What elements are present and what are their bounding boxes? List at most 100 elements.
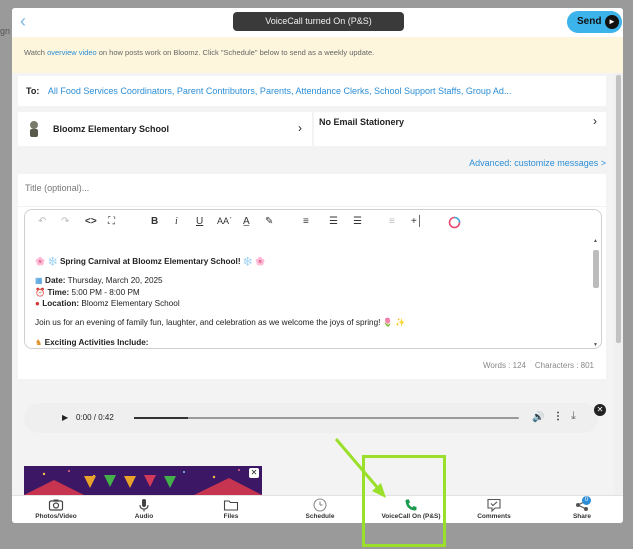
editor-scrollbar[interactable]: ▲ ▼ bbox=[592, 238, 600, 348]
intro-paragraph: Join us for an evening of family fun, la… bbox=[35, 318, 406, 328]
rich-text-editor[interactable]: ↶ ↷ <> ⛶ B i U AAˊ A̲ ✎ ≡ ☰ ☰ ≡ +│ 🌸 ❄️ … bbox=[24, 209, 602, 349]
schedule-label: Schedule bbox=[305, 513, 335, 520]
audio-progress-fill bbox=[134, 417, 188, 419]
audio-button[interactable]: Audio bbox=[130, 496, 158, 523]
audio-time: 0:00 / 0:42 bbox=[76, 413, 114, 422]
editor-scroll-thumb[interactable] bbox=[593, 250, 599, 288]
fullscreen-icon[interactable]: ⛶ bbox=[108, 216, 115, 227]
recipients-list[interactable]: All Food Services Coordinators, Parent C… bbox=[48, 86, 512, 96]
recipients-row[interactable]: To: All Food Services Coordinators, Pare… bbox=[18, 76, 606, 106]
chevron-right-icon: › bbox=[593, 114, 597, 128]
info-banner: Watch overview video on how posts work o… bbox=[12, 37, 623, 73]
files-label: Files bbox=[223, 513, 239, 520]
recipients-label: To: bbox=[26, 86, 40, 96]
bottom-action-bar: Photos/Video Audio Files Schedule VoiceC… bbox=[12, 495, 623, 523]
camera-icon bbox=[48, 499, 64, 511]
comment-icon bbox=[487, 498, 501, 513]
scroll-down-icon[interactable]: ▼ bbox=[593, 342, 598, 348]
location-label: Location: bbox=[42, 298, 80, 308]
carousel-icon: ♞ bbox=[35, 337, 43, 347]
alarm-clock-icon: ⏰ bbox=[35, 287, 46, 297]
title-card bbox=[18, 174, 606, 206]
comments-label: Comments bbox=[477, 513, 511, 520]
stationery-selector[interactable]: No Email Stationery › bbox=[314, 112, 606, 146]
bold-icon[interactable]: B bbox=[151, 216, 158, 227]
insert-icon[interactable]: +│ bbox=[411, 216, 423, 227]
location-line: ● Location: Bloomz Elementary School bbox=[35, 298, 590, 309]
character-count: Characters : 801 bbox=[534, 361, 594, 370]
more-options-icon[interactable]: ⋮ bbox=[553, 411, 563, 422]
school-avatar bbox=[30, 121, 38, 137]
time-line: ⏰ Time: 5:00 PM - 8:00 PM bbox=[35, 287, 590, 298]
remove-audio-icon[interactable]: ✕ bbox=[594, 404, 606, 416]
backdrop-text: gn bbox=[0, 26, 11, 36]
editor-toolbar: ↶ ↷ <> ⛶ B i U AAˊ A̲ ✎ ≡ ☰ ☰ ≡ +│ bbox=[33, 216, 598, 232]
redo-icon[interactable]: ↷ bbox=[61, 216, 69, 227]
comments-button[interactable]: Comments bbox=[474, 496, 514, 523]
files-button[interactable]: Files bbox=[218, 496, 244, 523]
italic-icon[interactable]: i bbox=[175, 216, 178, 227]
undo-icon[interactable]: ↶ bbox=[38, 216, 46, 227]
send-arrow-icon: ► bbox=[605, 15, 619, 29]
school-name: Bloomz Elementary School bbox=[53, 124, 170, 134]
share-label: Share bbox=[572, 513, 592, 520]
font-size-icon[interactable]: AAˊ bbox=[217, 216, 232, 226]
editor-card: ↶ ↷ <> ⛶ B i U AAˊ A̲ ✎ ≡ ☰ ☰ ≡ +│ 🌸 ❄️ … bbox=[18, 207, 606, 379]
scroll-up-icon[interactable]: ▲ bbox=[593, 238, 598, 244]
info-suffix: on how posts work on Bloomz. Click "Sche… bbox=[96, 48, 375, 57]
event-image-banner: ✕ bbox=[24, 466, 262, 495]
photos-video-label: Photos/Video bbox=[35, 513, 77, 520]
top-bar: ‹ VoiceCall turned On (P&S) Send ► bbox=[12, 8, 623, 36]
title-input[interactable] bbox=[25, 183, 425, 193]
activities-line: ♞ Exciting Activities Include: bbox=[35, 337, 590, 348]
volume-icon[interactable]: 🔊 bbox=[532, 412, 544, 423]
status-toast: VoiceCall turned On (P&S) bbox=[233, 12, 404, 31]
chevron-right-icon: › bbox=[298, 121, 302, 135]
bullet-list-icon[interactable]: ☰ bbox=[353, 216, 362, 227]
location-pin-icon: ● bbox=[35, 298, 40, 308]
color-picker-icon[interactable] bbox=[448, 216, 461, 232]
date-label: Date: bbox=[45, 276, 66, 286]
text-color-icon[interactable]: A̲ bbox=[243, 216, 250, 227]
highlight-icon[interactable]: ✎ bbox=[265, 216, 273, 227]
audio-progress-track[interactable] bbox=[134, 417, 519, 419]
underline-icon[interactable]: U bbox=[196, 216, 203, 227]
school-selector[interactable]: Bloomz Elementary School › bbox=[18, 112, 312, 146]
calendar-icon: ▦ bbox=[35, 276, 43, 286]
numbered-list-icon[interactable]: ☰ bbox=[329, 216, 338, 227]
microphone-icon bbox=[139, 499, 149, 512]
annotation-highlight-box bbox=[362, 455, 446, 547]
info-prefix: Watch bbox=[24, 48, 48, 57]
remove-image-icon[interactable]: ✕ bbox=[249, 468, 259, 478]
download-icon[interactable]: ⤓ bbox=[571, 410, 576, 423]
audio-player: ▶ 0:00 / 0:42 🔊 ⋮ ⤓ bbox=[24, 403, 598, 433]
audio-label: Audio bbox=[134, 513, 154, 520]
page-scrollbar[interactable] bbox=[614, 73, 623, 495]
send-button[interactable]: Send ► bbox=[567, 11, 622, 33]
composer-content: To: All Food Services Coordinators, Pare… bbox=[12, 73, 623, 495]
share-button[interactable]: 0 Share bbox=[568, 496, 596, 523]
advanced-customize-link[interactable]: Advanced: customize messages > bbox=[469, 158, 606, 168]
word-character-counts: Words : 124 Characters : 801 bbox=[483, 361, 594, 370]
carnival-image bbox=[24, 466, 262, 495]
overview-video-link[interactable]: overview video bbox=[47, 48, 97, 57]
chevron-left-icon[interactable]: ‹ bbox=[20, 11, 26, 32]
clock-icon bbox=[313, 498, 327, 512]
play-icon[interactable]: ▶ bbox=[62, 413, 68, 422]
photos-video-button[interactable]: Photos/Video bbox=[30, 496, 82, 523]
date-line: ▦ Date: Thursday, March 20, 2025 bbox=[35, 275, 590, 286]
time-value: 5:00 PM - 8:00 PM bbox=[69, 287, 140, 297]
stationery-label: No Email Stationery bbox=[319, 117, 405, 127]
send-label: Send bbox=[577, 16, 602, 27]
share-count-badge: 0 bbox=[582, 496, 591, 505]
post-heading: 🌸 ❄️ Spring Carnival at Bloomz Elementar… bbox=[35, 257, 266, 266]
location-value: Bloomz Elementary School bbox=[79, 298, 180, 308]
date-value: Thursday, March 20, 2025 bbox=[65, 276, 163, 286]
editor-content[interactable]: 🌸 ❄️ Spring Carnival at Bloomz Elementar… bbox=[35, 256, 590, 348]
code-icon[interactable]: <> bbox=[85, 216, 97, 227]
indent-icon[interactable]: ≡ bbox=[389, 216, 395, 227]
time-label: Time: bbox=[47, 287, 70, 297]
align-icon[interactable]: ≡ bbox=[303, 216, 309, 227]
activities-heading: Exciting Activities Include: bbox=[44, 337, 149, 347]
page-scroll-thumb[interactable] bbox=[616, 75, 621, 343]
